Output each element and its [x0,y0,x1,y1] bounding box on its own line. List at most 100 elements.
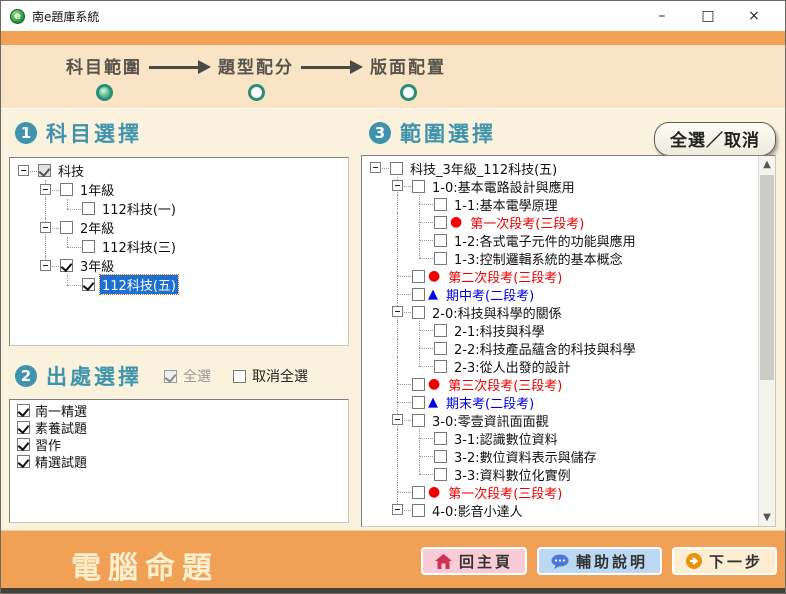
expander-minus-icon[interactable] [40,222,51,233]
expander-minus-icon[interactable] [40,260,51,271]
source-item-checkbox[interactable] [17,455,30,468]
tree-node-checkbox[interactable] [412,306,425,319]
tree-node-checkbox[interactable] [412,414,425,427]
select-all-checkbox[interactable]: 全選 [164,366,211,386]
tree-node-label[interactable]: 期末考(二段考) [444,393,536,412]
tree-node-label[interactable]: 112科技(三) [100,237,178,256]
source-item[interactable]: 南一精選 [14,402,348,419]
tree-node-label[interactable]: 第一次段考(三段考) [468,213,586,232]
checkbox-icon[interactable] [164,370,177,383]
source-item-checkbox[interactable] [17,404,30,417]
tree-node-row[interactable]: 112科技(一) [13,199,348,218]
source-item-checkbox[interactable] [17,438,30,451]
select-all-toggle-button[interactable]: 全選／取消 [654,122,776,156]
tree-node-row[interactable]: ●第二次段考(三段考) [365,267,758,285]
tree-node-label[interactable]: 2-0:科技與科學的關係 [430,303,564,322]
tree-node-row[interactable]: 科技_3年級_112科技(五) [365,159,758,177]
tree-node-label[interactable]: 3-1:認識數位資料 [452,429,560,448]
tree-node-row[interactable]: 3-0:零壹資訊面面觀 [365,411,758,429]
tree-node-label[interactable]: 2-3:從人出發的設計 [452,357,573,376]
tree-node-row[interactable]: 2-2:科技產品蘊含的科技與科學 [365,339,758,357]
tree-node-checkbox[interactable] [60,259,73,272]
tree-node-checkbox[interactable] [412,396,425,409]
expander-minus-icon[interactable] [392,414,403,425]
tree-node-row[interactable]: 3-1:認識數位資料 [365,429,758,447]
tree-node-label[interactable]: 第三次段考(三段考) [446,375,564,394]
tree-node-checkbox[interactable] [412,180,425,193]
tree-node-checkbox[interactable] [434,198,447,211]
source-item-checkbox[interactable] [17,421,30,434]
expander-minus-icon[interactable] [18,165,29,176]
tree-node-row[interactable]: 2-1:科技與科學 [365,321,758,339]
tree-node-label[interactable]: 科技 [56,161,86,180]
help-button[interactable]: 輔助說明 [537,547,662,575]
tree-node-row[interactable]: 112科技(五) [13,275,348,294]
scroll-up-icon[interactable]: ▲ [759,156,775,173]
tree-node-checkbox[interactable] [82,202,95,215]
source-item[interactable]: 精選試題 [14,453,348,470]
tree-node-label[interactable]: 1年級 [78,180,116,199]
tree-node-checkbox[interactable] [82,240,95,253]
scroll-down-icon[interactable]: ▼ [759,509,775,526]
tree-node-checkbox[interactable] [434,342,447,355]
tree-node-checkbox[interactable] [60,183,73,196]
expander-minus-icon[interactable] [370,162,381,173]
tree-node-checkbox[interactable] [412,288,425,301]
tree-node-label[interactable]: 科技_3年級_112科技(五) [408,159,559,178]
tree-node-row[interactable]: 3-3:資料數位化實例 [365,465,758,483]
tree-node-row[interactable]: 2-0:科技與科學的關係 [365,303,758,321]
tree-node-label[interactable]: 2年級 [78,218,116,237]
tree-node-row[interactable]: 2年級 [13,218,348,237]
expander-minus-icon[interactable] [392,504,403,515]
tree-node-checkbox[interactable] [412,378,425,391]
tree-node-label[interactable]: 3-3:資料數位化實例 [452,465,573,484]
tree-node-label[interactable]: 4-0:影音小達人 [430,501,525,520]
scrollbar-thumb[interactable] [760,175,774,380]
tree-node-checkbox[interactable] [412,486,425,499]
tree-node-label[interactable]: 第一次段考(三段考) [446,483,564,502]
tree-node-label[interactable]: 1-1:基本電學原理 [452,195,560,214]
tree-node-label[interactable]: 1-3:控制邏輯系統的基本概念 [452,249,625,268]
tree-node-checkbox[interactable] [390,162,403,175]
tree-node-row[interactable]: 112科技(三) [13,237,348,256]
tree-node-row[interactable]: 1年級 [13,180,348,199]
tree-node-label[interactable]: 第二次段考(三段考) [446,267,564,286]
next-step-button[interactable]: 下一步 [672,547,777,575]
tree-node-label[interactable]: 3年級 [78,256,116,275]
tree-node-label[interactable]: 3-2:數位資料表示與儲存 [452,447,599,466]
tree-node-row[interactable]: 1-3:控制邏輯系統的基本概念 [365,249,758,267]
minimize-button[interactable]: – [639,1,685,31]
tree-node-row[interactable]: 1-0:基本電路設計與應用 [365,177,758,195]
source-item[interactable]: 習作 [14,436,348,453]
tree-node-checkbox[interactable] [412,504,425,517]
tree-node-row[interactable]: 3-2:數位資料表示與儲存 [365,447,758,465]
tree-node-row[interactable]: ●第一次段考(三段考) [365,483,758,501]
tree-node-row[interactable]: 科技 [13,161,348,180]
tree-node-checkbox[interactable] [38,164,51,177]
tree-node-checkbox[interactable] [434,432,447,445]
tree-node-checkbox[interactable] [412,270,425,283]
tree-node-label[interactable]: 1-2:各式電子元件的功能與應用 [452,231,638,250]
tree-node-row[interactable]: 4-0:影音小達人 [365,501,758,519]
tree-node-checkbox[interactable] [82,278,95,291]
tree-node-row[interactable]: ▲期末考(二段考) [365,393,758,411]
checkbox-icon[interactable] [233,370,246,383]
close-button[interactable]: × [731,1,777,31]
vertical-scrollbar[interactable]: ▲ ▼ [758,156,775,526]
expander-minus-icon[interactable] [392,306,403,317]
expander-minus-icon[interactable] [40,184,51,195]
tree-node-label[interactable]: 期中考(二段考) [444,285,536,304]
maximize-button[interactable]: □ [685,1,731,31]
tree-node-row[interactable]: 3年級 [13,256,348,275]
deselect-all-checkbox[interactable]: 取消全選 [233,366,308,386]
tree-node-row[interactable]: ▲期中考(二段考) [365,285,758,303]
tree-node-label[interactable]: 2-2:科技產品蘊含的科技與科學 [452,339,638,358]
tree-node-row[interactable]: ●第三次段考(三段考) [365,375,758,393]
tree-node-checkbox[interactable] [434,468,447,481]
tree-node-checkbox[interactable] [434,450,447,463]
tree-node-label[interactable]: 112科技(一) [100,199,178,218]
expander-minus-icon[interactable] [392,180,403,191]
tree-node-row[interactable]: 1-1:基本電學原理 [365,195,758,213]
tree-node-row[interactable]: ●第一次段考(三段考) [365,213,758,231]
tree-node-row[interactable]: 1-2:各式電子元件的功能與應用 [365,231,758,249]
